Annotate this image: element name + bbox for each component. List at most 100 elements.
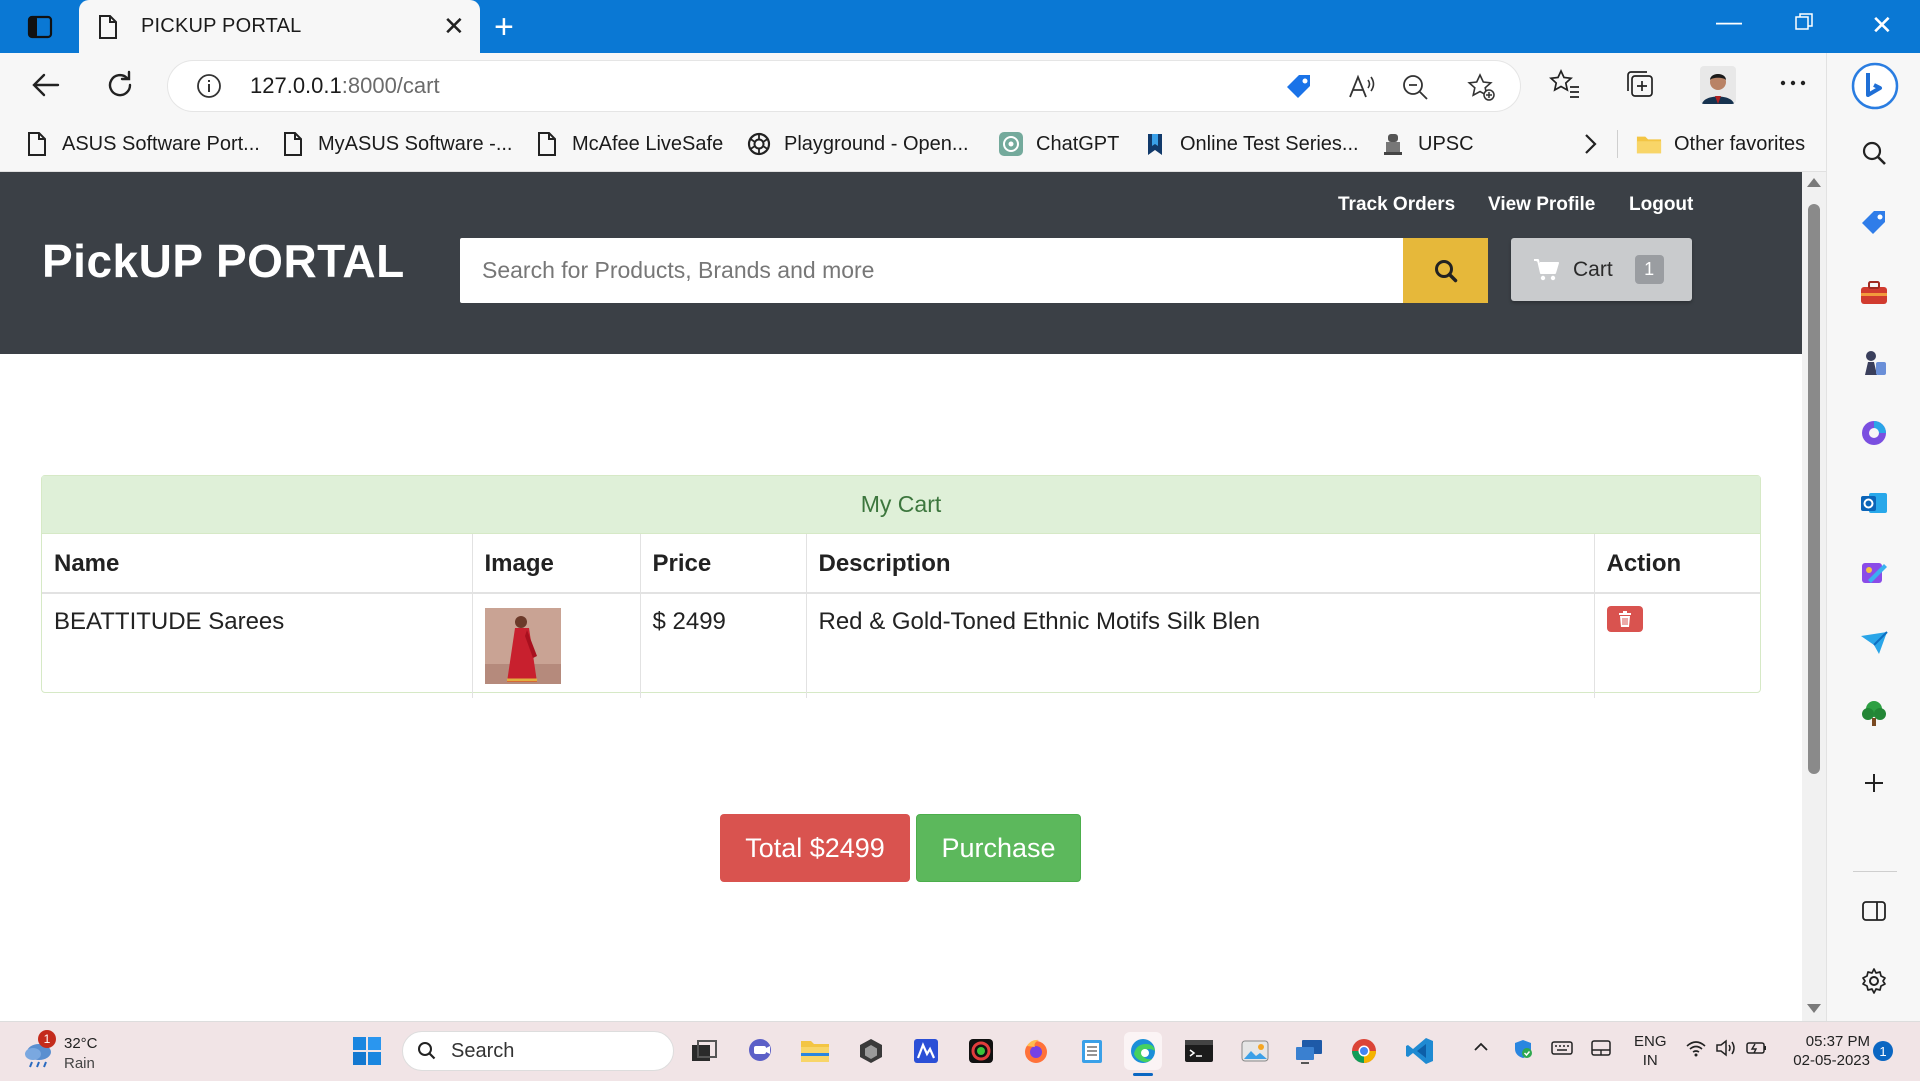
start-button[interactable]	[352, 1036, 382, 1066]
favorite-item[interactable]: UPSC	[1380, 128, 1474, 160]
favorite-item[interactable]: ASUS Software Port...	[24, 128, 260, 160]
tools-icon[interactable]	[1856, 275, 1892, 311]
task-view-icon[interactable]	[685, 1032, 723, 1070]
page-icon	[97, 14, 119, 40]
page-scrollbar[interactable]	[1802, 172, 1826, 1021]
shopping-tag-icon[interactable]	[1284, 72, 1314, 102]
favorite-item[interactable]: McAfee LiveSafe	[534, 128, 723, 160]
split-screen-icon[interactable]	[1856, 893, 1892, 929]
favorite-item[interactable]: ChatGPT	[998, 128, 1119, 160]
url-text: 127.0.0.1:8000/cart	[250, 73, 440, 98]
weather-widget[interactable]: 1 32°C Rain	[22, 1030, 122, 1074]
read-aloud-icon[interactable]	[1346, 72, 1376, 102]
wifi-icon[interactable]	[1685, 1038, 1707, 1058]
notepad-icon[interactable]	[1073, 1032, 1111, 1070]
brand-logo[interactable]: PickUP PORTAL	[42, 234, 405, 288]
delete-button[interactable]	[1606, 606, 1643, 632]
zoom-out-icon[interactable]	[1400, 72, 1430, 102]
keyboard-icon[interactable]	[1551, 1038, 1573, 1058]
column-header: Action	[1594, 534, 1760, 594]
favorite-item[interactable]: MyASUS Software -...	[280, 128, 513, 160]
add-favorite-icon[interactable]	[1466, 72, 1496, 102]
photos-icon[interactable]	[1236, 1032, 1274, 1070]
remote-desktop-icon[interactable]	[1290, 1032, 1328, 1070]
add-icon[interactable]	[1856, 765, 1892, 801]
favorites-icon[interactable]	[1548, 67, 1582, 101]
new-tab-icon[interactable]: +	[494, 10, 514, 44]
bookmark-icon	[1142, 131, 1168, 157]
address-bar[interactable]: 127.0.0.1:8000/cart	[168, 61, 1520, 111]
product-image	[484, 608, 561, 684]
vscode-icon[interactable]	[1401, 1032, 1439, 1070]
profile-avatar[interactable]	[1700, 66, 1736, 104]
minimize-icon[interactable]: —	[1716, 6, 1742, 37]
product-search-input[interactable]	[460, 238, 1403, 303]
collections-icon[interactable]	[1623, 67, 1657, 101]
tab-close-icon[interactable]: ✕	[443, 13, 465, 39]
window-close-icon[interactable]: ✕	[1871, 10, 1893, 41]
file-explorer-icon[interactable]	[796, 1032, 834, 1070]
site-info-icon[interactable]	[196, 73, 222, 99]
scroll-down-arrow[interactable]	[1807, 1004, 1821, 1013]
language-indicator[interactable]: ENG IN	[1634, 1032, 1667, 1070]
scroll-up-arrow[interactable]	[1807, 178, 1821, 187]
more-options-icon[interactable]	[1776, 71, 1810, 105]
column-header: Description	[806, 534, 1595, 594]
volume-icon[interactable]	[1715, 1038, 1737, 1058]
logout-link[interactable]: Logout	[1629, 194, 1693, 216]
search-icon[interactable]	[1856, 135, 1892, 171]
openai-icon	[746, 131, 772, 157]
weather-temp: 32°C	[64, 1035, 98, 1052]
other-favorites[interactable]: Other favorites	[1636, 128, 1805, 160]
terminal-icon[interactable]	[1180, 1032, 1218, 1070]
bing-chat-icon[interactable]	[1850, 61, 1900, 111]
refresh-icon[interactable]	[102, 67, 138, 103]
designer-icon[interactable]	[1856, 555, 1892, 591]
track-orders-link[interactable]: Track Orders	[1338, 194, 1455, 216]
chevron-right-icon[interactable]	[1580, 130, 1600, 158]
shopping-icon[interactable]	[1856, 205, 1892, 241]
product-price: $ 2499	[640, 593, 807, 698]
send-icon[interactable]	[1856, 625, 1892, 661]
outlook-icon[interactable]	[1856, 485, 1892, 521]
purchase-button[interactable]: Purchase	[916, 814, 1081, 882]
security-shield-icon[interactable]	[1512, 1038, 1534, 1060]
site-header: PickUP PORTAL Track Orders View Profile …	[0, 172, 1802, 354]
cart-label: Cart	[1573, 257, 1613, 281]
back-icon[interactable]	[28, 67, 64, 103]
emblem-icon	[1380, 131, 1406, 157]
favorite-label: ChatGPT	[1036, 132, 1120, 155]
navigation-bar: 127.0.0.1:8000/cart	[0, 53, 1826, 118]
teams-chat-icon[interactable]	[741, 1032, 779, 1070]
favorite-item[interactable]: Playground - Open...	[746, 128, 969, 160]
product-name: BEATTITUDE Sarees	[42, 593, 473, 698]
chevron-up-icon[interactable]	[1472, 1038, 1490, 1056]
touchpad-icon[interactable]	[1590, 1038, 1612, 1058]
search-button[interactable]	[1403, 238, 1488, 303]
scroll-thumb[interactable]	[1808, 204, 1820, 774]
unity-hub-icon[interactable]	[852, 1032, 890, 1070]
davinci-resolve-icon[interactable]	[962, 1032, 1000, 1070]
total-amount-button: Total $2499	[720, 814, 910, 882]
battery-icon[interactable]	[1745, 1038, 1769, 1058]
restore-icon[interactable]	[1794, 12, 1814, 32]
cart-heading: My Cart	[42, 476, 1760, 534]
settings-icon[interactable]	[1856, 963, 1892, 999]
notification-badge[interactable]: 1	[1873, 1041, 1893, 1061]
browser-tab[interactable]: PICKUP PORTAL ✕	[79, 0, 480, 53]
tab-actions-icon[interactable]	[26, 14, 54, 40]
chrome-icon[interactable]	[1345, 1032, 1383, 1070]
firefox-icon[interactable]	[1017, 1032, 1055, 1070]
cart-button[interactable]: Cart 1	[1511, 238, 1692, 301]
games-icon[interactable]	[1856, 345, 1892, 381]
favorite-item[interactable]: Online Test Series...	[1142, 128, 1359, 160]
edge-browser-icon[interactable]	[1124, 1032, 1162, 1070]
page-icon	[534, 131, 560, 157]
microsoft365-icon[interactable]	[1856, 415, 1892, 451]
view-profile-link[interactable]: View Profile	[1488, 194, 1595, 216]
mathpix-icon[interactable]	[907, 1032, 945, 1070]
trash-icon	[1616, 610, 1634, 628]
tree-icon[interactable]	[1856, 695, 1892, 731]
system-clock[interactable]: 05:37 PM 02-05-2023	[1782, 1032, 1870, 1070]
taskbar-search[interactable]: Search	[402, 1031, 674, 1071]
